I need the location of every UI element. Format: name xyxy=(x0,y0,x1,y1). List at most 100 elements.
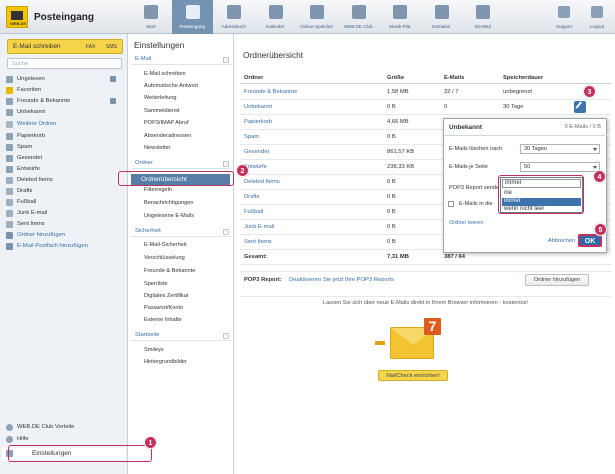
section-startseite[interactable]: Startseite ^ xyxy=(132,332,231,341)
settings-nav: Einstellungen E-Mail ^ E-Mail schreiben A… xyxy=(129,34,234,474)
step-badge: 2 xyxy=(236,164,249,177)
music-icon xyxy=(393,5,407,19)
highlight-dropdown xyxy=(498,175,584,214)
menu-externe-inhalte[interactable]: Externe Inhalte xyxy=(144,317,182,323)
weitere-ordner-toggle[interactable]: Weitere Ordner xyxy=(2,120,126,129)
folder-drafts[interactable]: Drafts xyxy=(2,187,126,196)
folder-fussball[interactable]: Fußball xyxy=(2,198,126,207)
table-row[interactable]: Unbekannt 0 B 0 30 Tage xyxy=(240,100,611,115)
step-badge: 5 xyxy=(594,223,607,236)
dialog-info: 0 E-Mails / 0 B xyxy=(564,124,601,130)
highlight-ordneruebersicht xyxy=(118,171,234,186)
menu-pop3-imap[interactable]: POP3/IMAP Abruf xyxy=(144,120,189,126)
folder-ungelesen[interactable]: Ungelesen xyxy=(2,75,126,84)
section-ordner[interactable]: Ordner ^ xyxy=(132,160,231,169)
sent-icon xyxy=(6,155,13,162)
sms-button[interactable]: SMS xyxy=(106,44,117,50)
menu-zertifikat[interactable]: Digitales Zertifikat xyxy=(144,293,188,299)
per-page-select[interactable]: 50 xyxy=(520,162,600,172)
topnav-club[interactable]: WEB.DE Club xyxy=(338,0,380,34)
support-button[interactable]: Support xyxy=(549,0,579,34)
folder-freunde[interactable]: Freunde & Bekannte xyxy=(2,97,126,106)
menu-verschluesselung[interactable]: Verschlüsselung xyxy=(144,255,185,261)
menu-freunde-bekannte[interactable]: Freunde & Bekannte xyxy=(144,268,195,274)
mail-count-badge: 7 xyxy=(424,318,441,335)
power-icon xyxy=(591,6,603,18)
step-badge: 1 xyxy=(144,436,157,449)
topnav-musik-flat[interactable]: Musik-Flat xyxy=(379,0,421,34)
folder-entwuerfe[interactable]: Entwürfe xyxy=(2,165,126,174)
demail-icon xyxy=(476,5,490,19)
topnav-de-mail[interactable]: De-Mail xyxy=(462,0,504,34)
menu-benachrichtigungen[interactable]: Benachrichtigungen xyxy=(144,200,193,206)
move-checkbox[interactable] xyxy=(448,201,454,207)
folder-junk[interactable]: Junk E-mail xyxy=(2,209,126,218)
folder-gesendet[interactable]: Gesendet xyxy=(2,154,126,163)
menu-sperrliste[interactable]: Sperrliste xyxy=(144,281,168,287)
minus-icon xyxy=(6,121,13,128)
add-mailbox-link[interactable]: E-Mail-Postfach hinzufügen xyxy=(2,242,126,251)
add-folder-button[interactable]: Ordner hinzufügen xyxy=(525,274,589,286)
empty-folder-link[interactable]: Ordner leeren xyxy=(449,220,484,226)
delete-after-select[interactable]: 30 Tagen xyxy=(520,144,600,154)
pop3-deactivate-link[interactable]: Deaktivieren Sie jetzt Ihre POP3 Reports xyxy=(289,277,394,283)
logout-button[interactable]: Logout xyxy=(582,0,612,34)
help-link[interactable]: Hilfe xyxy=(2,435,126,444)
help-icon xyxy=(6,436,13,443)
mailcheck-button[interactable]: MailCheck einrichten! xyxy=(378,370,448,381)
menu-ungelesene[interactable]: Ungelesene E-Mails xyxy=(144,213,194,219)
divider xyxy=(444,135,608,136)
webde-logo-icon[interactable]: WEB.DE xyxy=(6,6,28,28)
top-nav: Start Posteingang Adressbuch Kalender On… xyxy=(130,0,504,34)
topnav-domains[interactable]: Domains xyxy=(421,0,463,34)
topnav-adressbuch[interactable]: Adressbuch xyxy=(213,0,255,34)
refresh-icon[interactable] xyxy=(110,76,116,82)
fax-button[interactable]: FAX xyxy=(86,44,95,50)
topnav-start[interactable]: Start xyxy=(130,0,172,34)
calendar-icon xyxy=(268,5,283,19)
menu-automatische-antwort[interactable]: Automatische Antwort xyxy=(144,83,198,89)
section-sicherheit[interactable]: Sicherheit ^ xyxy=(132,228,231,237)
table-row[interactable]: Freunde & Bekannte 1,58 MB 32 / 7 unbegrenz… xyxy=(240,85,611,100)
club-vorteile-link[interactable]: WEB.DE Club Vorteile xyxy=(2,423,126,432)
wrench-icon[interactable] xyxy=(574,101,586,113)
folder-spam[interactable]: Spam xyxy=(2,143,126,152)
write-email-button[interactable]: E-Mail schreiben FAX SMS xyxy=(7,39,123,54)
folder-icon xyxy=(6,221,13,228)
topnav-online-speicher[interactable]: Online-Speicher xyxy=(296,0,338,34)
friends-icon xyxy=(6,98,13,105)
collapse-icon[interactable]: ^ xyxy=(223,161,229,167)
menu-email-sicherheit[interactable]: E-Mail-Sicherheit xyxy=(144,242,187,248)
plus-icon xyxy=(6,232,13,239)
step-badge: 3 xyxy=(583,85,596,98)
ok-button[interactable]: OK xyxy=(578,234,602,247)
folder-favoriten[interactable]: Favoriten xyxy=(2,86,126,95)
folder-papierkorb[interactable]: Papierkorb xyxy=(2,132,126,141)
menu-absenderadressen[interactable]: Absenderadressen xyxy=(144,133,191,139)
club-icon xyxy=(6,424,13,431)
cancel-link[interactable]: Abbrechen xyxy=(548,238,575,244)
search-input[interactable]: Suche xyxy=(7,58,122,69)
mail-icon xyxy=(185,5,200,19)
menu-smileys[interactable]: Smileys xyxy=(144,347,164,353)
menu-weiterleitung[interactable]: Weiterleitung xyxy=(144,95,177,101)
menu-sammeldienst[interactable]: Sammeldienst xyxy=(144,108,179,114)
menu-newsletter[interactable]: Newsletter xyxy=(144,145,170,151)
support-icon xyxy=(558,6,570,18)
topnav-posteingang[interactable]: Posteingang xyxy=(171,0,213,34)
add-folder-link[interactable]: Ordner hinzufügen xyxy=(2,231,126,240)
collapse-icon[interactable]: ^ xyxy=(223,57,229,63)
folder-unbekannt[interactable]: Unbekannt xyxy=(2,108,126,117)
section-email[interactable]: E-Mail ^ xyxy=(132,56,231,65)
menu-passwort-konto[interactable]: Passwort/Konto xyxy=(144,305,183,311)
topnav-kalender[interactable]: Kalender xyxy=(255,0,297,34)
trash-icon xyxy=(6,133,13,140)
brand: WEB.DE Posteingang xyxy=(4,4,122,30)
collapse-icon[interactable]: ^ xyxy=(223,333,229,339)
menu-email-schreiben[interactable]: E-Mail schreiben xyxy=(144,71,186,77)
menu-hintergrundbilder[interactable]: Hintergrundbilder xyxy=(144,359,187,365)
collapse-icon[interactable]: ^ xyxy=(223,229,229,235)
folder-deleted-items[interactable]: Deleted Items xyxy=(2,176,126,185)
folder-sent-items[interactable]: Sent Items xyxy=(2,220,126,229)
menu-filterregeln[interactable]: Filterregeln xyxy=(144,187,172,193)
